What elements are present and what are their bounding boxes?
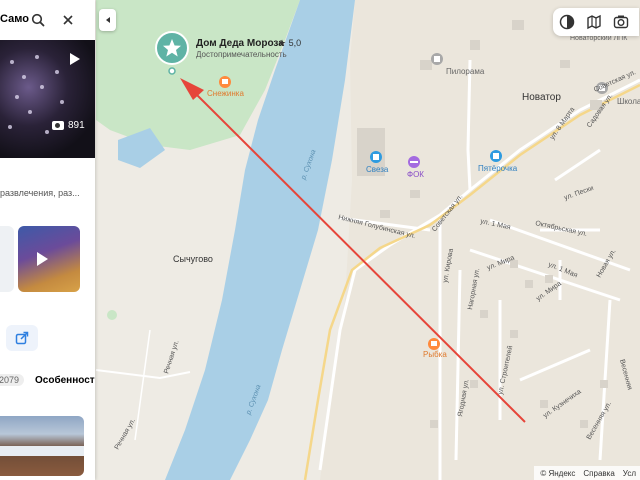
search-icon bbox=[31, 13, 45, 27]
close-button[interactable] bbox=[57, 9, 79, 31]
label-shkola: Школа bbox=[617, 97, 640, 106]
search-button[interactable] bbox=[27, 9, 49, 31]
label-pyaterochka: Пятёрочка bbox=[478, 164, 518, 173]
tree-patch bbox=[107, 310, 117, 320]
label-rybka: Рыбка bbox=[423, 350, 447, 359]
layers-icon bbox=[587, 14, 601, 30]
label-pilorama: Пилорама bbox=[446, 67, 485, 76]
close-icon bbox=[63, 15, 73, 25]
yandex-copyright: © Яндекс bbox=[540, 468, 576, 478]
play-icon[interactable] bbox=[70, 53, 80, 65]
fitness-icon[interactable] bbox=[408, 156, 420, 168]
layers-button[interactable] bbox=[585, 13, 603, 31]
tab-reviews[interactable]: 2079 bbox=[0, 374, 25, 386]
terms-link[interactable]: Усл bbox=[623, 469, 636, 478]
video-thumb-prev[interactable] bbox=[0, 226, 14, 292]
chevron-left-icon bbox=[105, 17, 110, 23]
map-footer: © Яндекс Справка Усл bbox=[534, 466, 640, 480]
pilorama-icon[interactable] bbox=[431, 53, 443, 65]
panel-tabs: 2079 Особенности bbox=[0, 372, 95, 392]
poi-name[interactable]: Дом Деда Мороза bbox=[196, 38, 284, 49]
label-novator: Новатор bbox=[522, 92, 561, 103]
description: развлечения, раз... bbox=[0, 188, 80, 198]
sveza-icon[interactable] bbox=[370, 151, 382, 163]
play-icon bbox=[37, 252, 48, 266]
hero-photo[interactable]: 891 bbox=[0, 40, 95, 158]
poi-rating: ★ 5,0 bbox=[278, 38, 301, 48]
video-thumb[interactable] bbox=[18, 226, 80, 292]
tab-features[interactable]: Особенности bbox=[35, 375, 95, 386]
collapse-panel-button[interactable] bbox=[99, 9, 116, 31]
photo-count-value: 891 bbox=[68, 120, 85, 131]
side-panel: Само 891 развлечения, раз... 2079 Особен… bbox=[0, 0, 95, 480]
photo-count[interactable]: 891 bbox=[52, 120, 85, 131]
label-sneginka: Снежинка bbox=[207, 89, 244, 98]
share-button[interactable] bbox=[6, 325, 38, 351]
label-fok: ФОК bbox=[407, 170, 424, 179]
label-sychugovo: Сычугово bbox=[173, 254, 213, 264]
panorama-button[interactable] bbox=[612, 13, 630, 31]
help-link[interactable]: Справка bbox=[583, 469, 614, 478]
cafe-rybka-icon[interactable] bbox=[428, 338, 440, 350]
label-sveza: Свеза bbox=[366, 165, 389, 174]
camera-icon bbox=[52, 121, 64, 130]
theme-icon bbox=[559, 14, 574, 30]
search-bar[interactable]: Само bbox=[0, 0, 95, 41]
bottom-photo[interactable] bbox=[0, 416, 84, 476]
theme-button[interactable] bbox=[558, 13, 576, 31]
search-query[interactable]: Само bbox=[0, 13, 29, 25]
cafe-icon[interactable] bbox=[219, 76, 231, 88]
panorama-icon bbox=[614, 15, 629, 29]
map-controls bbox=[553, 8, 639, 36]
share-icon bbox=[15, 331, 29, 345]
shop-icon[interactable] bbox=[490, 150, 502, 162]
map-canvas[interactable]: Дом Деда Мороза ★ 5,0 Достопримечательно… bbox=[0, 0, 640, 480]
poi-category: Достопримечательность bbox=[196, 50, 287, 59]
